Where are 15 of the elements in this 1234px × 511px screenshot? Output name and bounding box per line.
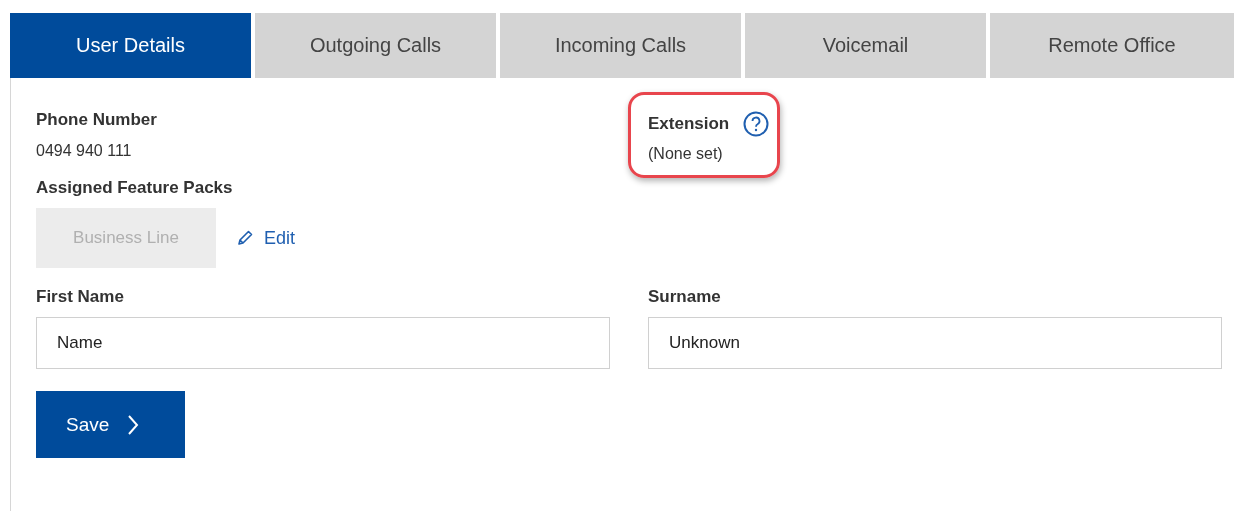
pencil-icon <box>236 229 254 247</box>
field-label: Surname <box>648 287 721 307</box>
field-value: 0494 940 111 <box>36 142 132 160</box>
tab[interactable]: Remote Office <box>990 13 1234 78</box>
field-label: Phone Number <box>36 110 157 130</box>
help-icon[interactable] <box>743 111 770 137</box>
text-field[interactable]: Name <box>36 317 610 369</box>
text-field[interactable]: Unknown <box>648 317 1222 369</box>
save-button[interactable]: Save <box>36 391 185 458</box>
field-value: (None set) <box>648 145 723 163</box>
field-label: Assigned Feature Packs <box>36 178 233 198</box>
edit-link[interactable]: Edit <box>236 227 296 249</box>
field-label: Extension <box>648 114 730 134</box>
chevron-right-icon <box>127 413 140 436</box>
field-label: First Name <box>36 287 124 307</box>
